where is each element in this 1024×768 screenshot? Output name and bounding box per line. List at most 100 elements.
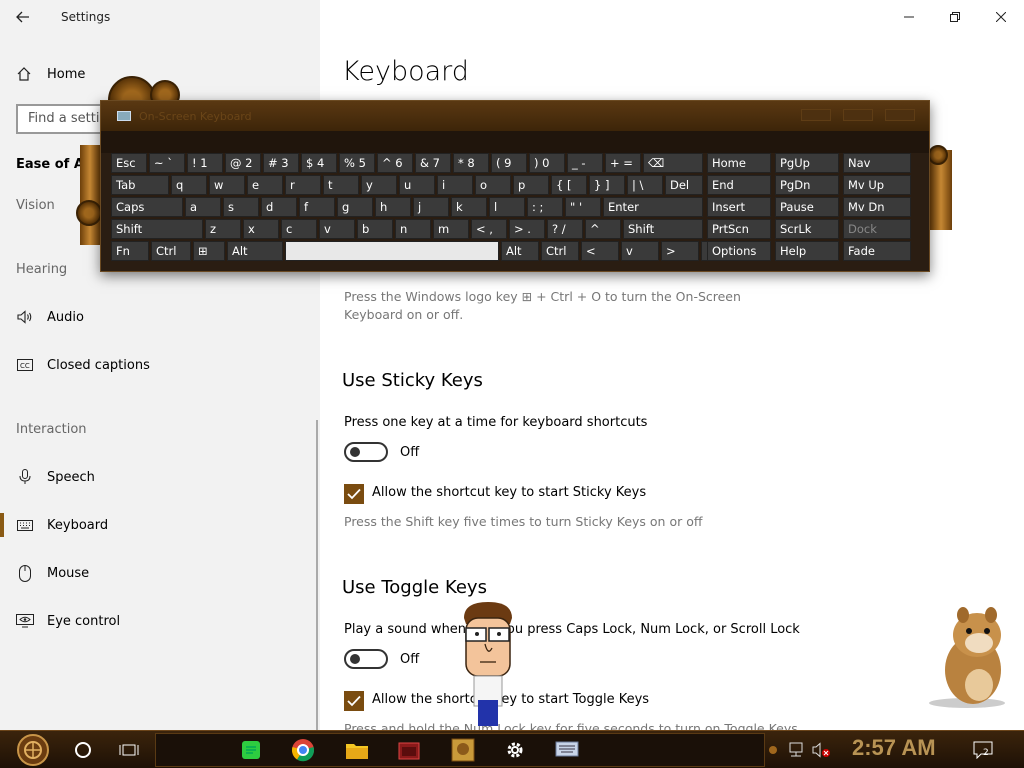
sidebar-item-closed-captions[interactable]: CC Closed captions: [0, 345, 320, 385]
osk-key[interactable]: r: [285, 175, 321, 195]
osk-key[interactable]: " ': [565, 197, 601, 217]
taskbar-app-red[interactable]: [392, 735, 426, 765]
osk-key[interactable]: <: [581, 241, 619, 261]
osk-key[interactable]: Alt: [501, 241, 539, 261]
osk-key[interactable]: @ 2: [225, 153, 261, 173]
network-button[interactable]: [784, 735, 808, 765]
osk-key[interactable]: b: [357, 219, 393, 239]
osk-nav-key[interactable]: PrtScn: [707, 219, 771, 239]
osk-key[interactable]: Fn: [111, 241, 149, 261]
osk-key[interactable]: g: [337, 197, 373, 217]
osk-key[interactable]: & 7: [415, 153, 451, 173]
osk-nav-key[interactable]: Mv Up: [843, 175, 911, 195]
osk-key[interactable]: Del: [665, 175, 703, 195]
osk-key[interactable]: { [: [551, 175, 587, 195]
osk-key[interactable]: Caps: [111, 197, 183, 217]
osk-title-bar[interactable]: On-Screen Keyboard: [101, 101, 929, 131]
osk-key[interactable]: ^ 6: [377, 153, 413, 173]
osk-key[interactable]: } ]: [589, 175, 625, 195]
osk-key[interactable]: Ctrl: [151, 241, 191, 261]
osk-key[interactable]: ! 1: [187, 153, 223, 173]
cortana-button[interactable]: [66, 735, 100, 765]
osk-key[interactable]: m: [433, 219, 469, 239]
osk-key[interactable]: Shift: [111, 219, 203, 239]
osk-minimize-button[interactable]: [801, 109, 831, 121]
osk-key[interactable]: t: [323, 175, 359, 195]
osk-key[interactable]: l: [489, 197, 525, 217]
osk-key[interactable]: Tab: [111, 175, 169, 195]
osk-key[interactable]: # 3: [263, 153, 299, 173]
osk-key[interactable]: n: [395, 219, 431, 239]
osk-key[interactable]: ) 0: [529, 153, 565, 173]
taskbar-app-game[interactable]: [446, 735, 480, 765]
osk-nav-key[interactable]: Options: [707, 241, 771, 261]
sticky-keys-shortcut-checkbox[interactable]: [344, 484, 364, 504]
osk-key[interactable]: Shift: [623, 219, 703, 239]
osk-key[interactable]: ( 9: [491, 153, 527, 173]
osk-key[interactable]: a: [185, 197, 221, 217]
volume-button[interactable]: [810, 735, 834, 765]
osk-key[interactable]: + =: [605, 153, 641, 173]
osk-key[interactable]: u: [399, 175, 435, 195]
osk-nav-key[interactable]: Insert: [707, 197, 771, 217]
osk-nav-key[interactable]: PgDn: [775, 175, 839, 195]
osk-key[interactable]: ⊞: [193, 241, 225, 261]
taskbar-app-notes[interactable]: [234, 735, 268, 765]
osk-key[interactable]: : ;: [527, 197, 563, 217]
osk-key[interactable]: x: [243, 219, 279, 239]
osk-nav-key[interactable]: Dock: [843, 219, 911, 239]
osk-key[interactable]: > .: [509, 219, 545, 239]
osk-key[interactable]: v: [319, 219, 355, 239]
osk-key[interactable]: y: [361, 175, 397, 195]
osk-key[interactable]: ~ `: [149, 153, 185, 173]
show-hidden-icons-button[interactable]: [765, 735, 781, 765]
osk-key[interactable]: | \: [627, 175, 663, 195]
osk-nav-key[interactable]: Fade: [843, 241, 911, 261]
osk-key[interactable]: c: [281, 219, 317, 239]
osk-key[interactable]: i: [437, 175, 473, 195]
osk-key[interactable]: p: [513, 175, 549, 195]
osk-key[interactable]: ⌫: [643, 153, 703, 173]
toggle-keys-toggle[interactable]: [344, 649, 388, 669]
osk-nav-key[interactable]: ScrLk: [775, 219, 839, 239]
osk-maximize-button[interactable]: [843, 109, 873, 121]
osk-nav-key[interactable]: PgUp: [775, 153, 839, 173]
osk-key[interactable]: e: [247, 175, 283, 195]
osk-key[interactable]: Alt: [227, 241, 283, 261]
osk-key[interactable]: j: [413, 197, 449, 217]
osk-key[interactable]: Esc: [111, 153, 147, 173]
osk-nav-key[interactable]: Pause: [775, 197, 839, 217]
osk-key[interactable]: ^: [585, 219, 621, 239]
taskbar-app-chrome[interactable]: [286, 735, 320, 765]
osk-key[interactable]: Ctrl: [541, 241, 579, 261]
back-button[interactable]: [0, 0, 46, 34]
osk-key[interactable]: d: [261, 197, 297, 217]
osk-key[interactable]: Enter: [603, 197, 703, 217]
taskbar-app-file-explorer[interactable]: [340, 735, 374, 765]
sidebar-item-eye-control[interactable]: Eye control: [0, 601, 320, 641]
on-screen-keyboard[interactable]: On-Screen Keyboard Esc ~ `! 1 @ 2 # 3 $ 4% 5…: [100, 100, 930, 272]
osk-key[interactable]: f: [299, 197, 335, 217]
sidebar-item-keyboard[interactable]: Keyboard: [0, 505, 320, 545]
osk-key[interactable]: $ 4: [301, 153, 337, 173]
sidebar-scrollbar[interactable]: [316, 420, 318, 730]
osk-nav-key[interactable]: Home: [707, 153, 771, 173]
osk-key[interactable]: v: [621, 241, 659, 261]
osk-nav-key[interactable]: Nav: [843, 153, 911, 173]
osk-key[interactable]: s: [223, 197, 259, 217]
taskbar-app-settings[interactable]: [498, 735, 532, 765]
start-button[interactable]: [14, 733, 52, 767]
osk-key[interactable]: k: [451, 197, 487, 217]
osk-key[interactable]: h: [375, 197, 411, 217]
osk-key[interactable]: * 8: [453, 153, 489, 173]
osk-key[interactable]: _ -: [567, 153, 603, 173]
osk-nav-key[interactable]: Help: [775, 241, 839, 261]
sidebar-item-audio[interactable]: Audio: [0, 297, 320, 337]
task-view-button[interactable]: [112, 735, 146, 765]
osk-key[interactable]: o: [475, 175, 511, 195]
minimize-button[interactable]: [886, 0, 932, 34]
osk-key[interactable]: < ,: [471, 219, 507, 239]
taskbar-clock[interactable]: 2:57 AM: [852, 735, 936, 761]
close-button[interactable]: [978, 0, 1024, 34]
sidebar-item-speech[interactable]: Speech: [0, 457, 320, 497]
